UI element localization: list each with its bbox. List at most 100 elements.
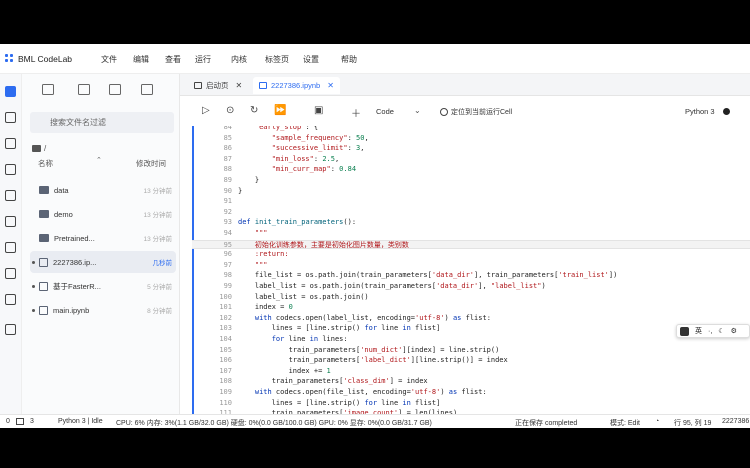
code-line[interactable]: 93 def init_train_parameters(): [192,218,750,227]
file-browser-icon[interactable] [5,86,16,97]
caret-up-icon[interactable]: ⌃ [96,156,102,164]
ime-toolbar[interactable]: 英 ·, ☾ ⚙ [676,324,750,338]
file-name: main.ipynb [53,305,90,315]
code-line[interactable]: 99 label_list = os.path.join(train_param… [192,282,750,291]
code-line[interactable]: 108 train_parameters['class_dim'] = inde… [192,377,750,386]
menu-item[interactable]: 标签页 [265,54,289,65]
extensions-icon[interactable] [5,216,16,227]
code-text: file_list = os.path.join(train_parameter… [238,271,618,280]
close-icon[interactable]: ✕ [327,81,334,90]
locate-running-cell-button[interactable]: 定位到当前运行Cell [440,107,512,117]
document-tab[interactable]: 启动页 ✕ [188,77,248,94]
code-line[interactable]: 91 [192,197,750,206]
code-line[interactable]: 102 with codecs.open(label_list, encodin… [192,314,750,323]
code-line[interactable]: 101 index = 0 [192,303,750,312]
run-cell-icon[interactable]: ▷ [202,105,210,116]
file-list-item[interactable]: main.ipynb 8 分钟前 [30,299,176,321]
refresh-icon[interactable] [141,84,153,95]
code-cell-editor[interactable]: 84 "early_stop": { 85 "sample_frequency":… [192,126,750,414]
code-line[interactable]: 89 } [192,176,750,185]
line-number: 90 [223,186,232,195]
code-line[interactable]: 86 "successive_limit": 3, [192,144,750,153]
code-line[interactable]: 95 初始化训练参数，主要是初始化图片数量，类别数 [192,239,750,249]
ime-punctuation[interactable]: ·, [708,328,712,335]
file-list-item[interactable]: demo 13 分钟前 [30,203,176,225]
code-line[interactable]: 88 "min_curr_map": 0.84 [192,165,750,174]
document-tab[interactable]: 2227386.ipynb ✕ [253,77,340,94]
code-line[interactable]: 110 lines = [line.strip() for line in fl… [192,399,750,408]
add-cell-icon[interactable]: ＋ [351,105,361,120]
moon-icon[interactable]: ☾ [718,327,724,335]
code-line[interactable]: 85 "sample_frequency": 50, [192,134,750,143]
new-folder-icon[interactable] [78,84,90,95]
file-modified: 8 分钟前 [147,308,172,315]
menu-item[interactable]: 内核 [231,54,247,65]
file-list-item[interactable]: Pretrained... 13 分钟前 [30,227,176,249]
code-line[interactable]: 94 """ [192,229,750,238]
chip-icon[interactable] [5,324,16,335]
bell-icon[interactable]: ◔ [655,418,659,425]
status-kernel[interactable]: Python 3 | Idle [58,418,103,425]
chevron-down-icon[interactable]: ⌄ [414,106,421,115]
run-all-icon[interactable]: ⏩ [274,105,286,116]
menu-item[interactable]: 帮助 [341,54,357,65]
status-kernels-count[interactable]: 3 [30,418,34,425]
code-text: 初始化训练参数，主要是初始化图片数量，类别数 [238,240,409,249]
code-line[interactable]: 96 :return: [192,250,750,259]
code-line[interactable]: 105 train_parameters['num_dict'][index] … [192,346,750,355]
code-text: index += 1 [238,366,331,375]
menu-item[interactable]: 查看 [165,54,181,65]
save-icon[interactable]: ▣ [314,105,323,116]
menu-item[interactable]: 运行 [195,54,211,65]
dataset-icon[interactable] [5,138,16,149]
column-modified-header[interactable]: 修改时间 [136,158,166,169]
code-line[interactable]: 98 file_list = os.path.join(train_parame… [192,271,750,280]
file-filter-input[interactable]: 搜索文件名过滤 [30,112,174,133]
code-line[interactable]: 106 train_parameters['label_dict'][line.… [192,356,750,365]
code-line[interactable]: 90} [192,187,750,196]
code-line[interactable]: 107 index += 1 [192,367,750,376]
line-number: 99 [223,282,232,290]
status-cursor-position[interactable]: 行 95, 列 19 [674,418,711,428]
ime-language[interactable]: 英 [695,326,702,336]
inbox-icon[interactable] [5,190,16,201]
breadcrumb[interactable]: / [32,144,46,153]
package-icon[interactable] [5,164,16,175]
menu-item[interactable]: 文件 [101,54,117,65]
code-text: :return: [238,250,289,259]
line-number: 84 [223,126,232,131]
cell-type-select[interactable]: Code [376,107,394,116]
code-line[interactable]: 103 lines = [line.strip() for line in fl… [192,324,750,333]
status-terminals-count[interactable]: 0 [6,418,10,425]
interrupt-icon[interactable]: ⊙ [226,105,234,116]
running-sessions-icon[interactable] [5,112,16,123]
file-list-item[interactable]: data 13 分钟前 [30,179,176,201]
kernel-name[interactable]: Python 3 [685,107,715,116]
folder-icon [39,210,49,218]
terminal-icon[interactable] [5,268,16,279]
layers-icon[interactable] [5,242,16,253]
close-icon[interactable]: ✕ [236,81,243,90]
menu-item[interactable]: 编辑 [133,54,149,65]
code-text: lines = [line.strip() for line in flist] [238,324,441,333]
breadcrumb-path: / [44,144,47,153]
code-line[interactable]: 92 [192,208,750,217]
upload-icon[interactable] [109,84,121,95]
column-name-header[interactable]: 名称 [38,158,53,169]
menu-item[interactable]: 设置 [303,54,319,65]
settings-gear-icon[interactable] [5,294,16,305]
code-line[interactable]: 100 label_list = os.path.join() [192,293,750,302]
file-list-header: 名称 ⌃ 修改时间 [22,156,180,170]
gear-icon[interactable]: ⚙ [731,327,737,335]
restart-kernel-icon[interactable]: ↻ [250,105,258,116]
tab-label: 启动页 [206,81,229,90]
new-launcher-icon[interactable] [42,84,54,95]
code-line[interactable]: 104 for line in lines: [192,335,750,344]
kernel-status-icon [723,108,730,115]
code-line[interactable]: 97 """ [192,261,750,270]
code-line[interactable]: 109 with codecs.open(file_list, encoding… [192,388,750,397]
file-list-item[interactable]: 基于FasterR... 5 分钟前 [30,275,176,297]
code-line[interactable]: 87 "min_loss": 2.5, [192,155,750,164]
file-list-item[interactable]: 2227386.ip... 几秒前 [30,251,176,273]
code-line[interactable]: 84 "early_stop": { [192,126,750,132]
